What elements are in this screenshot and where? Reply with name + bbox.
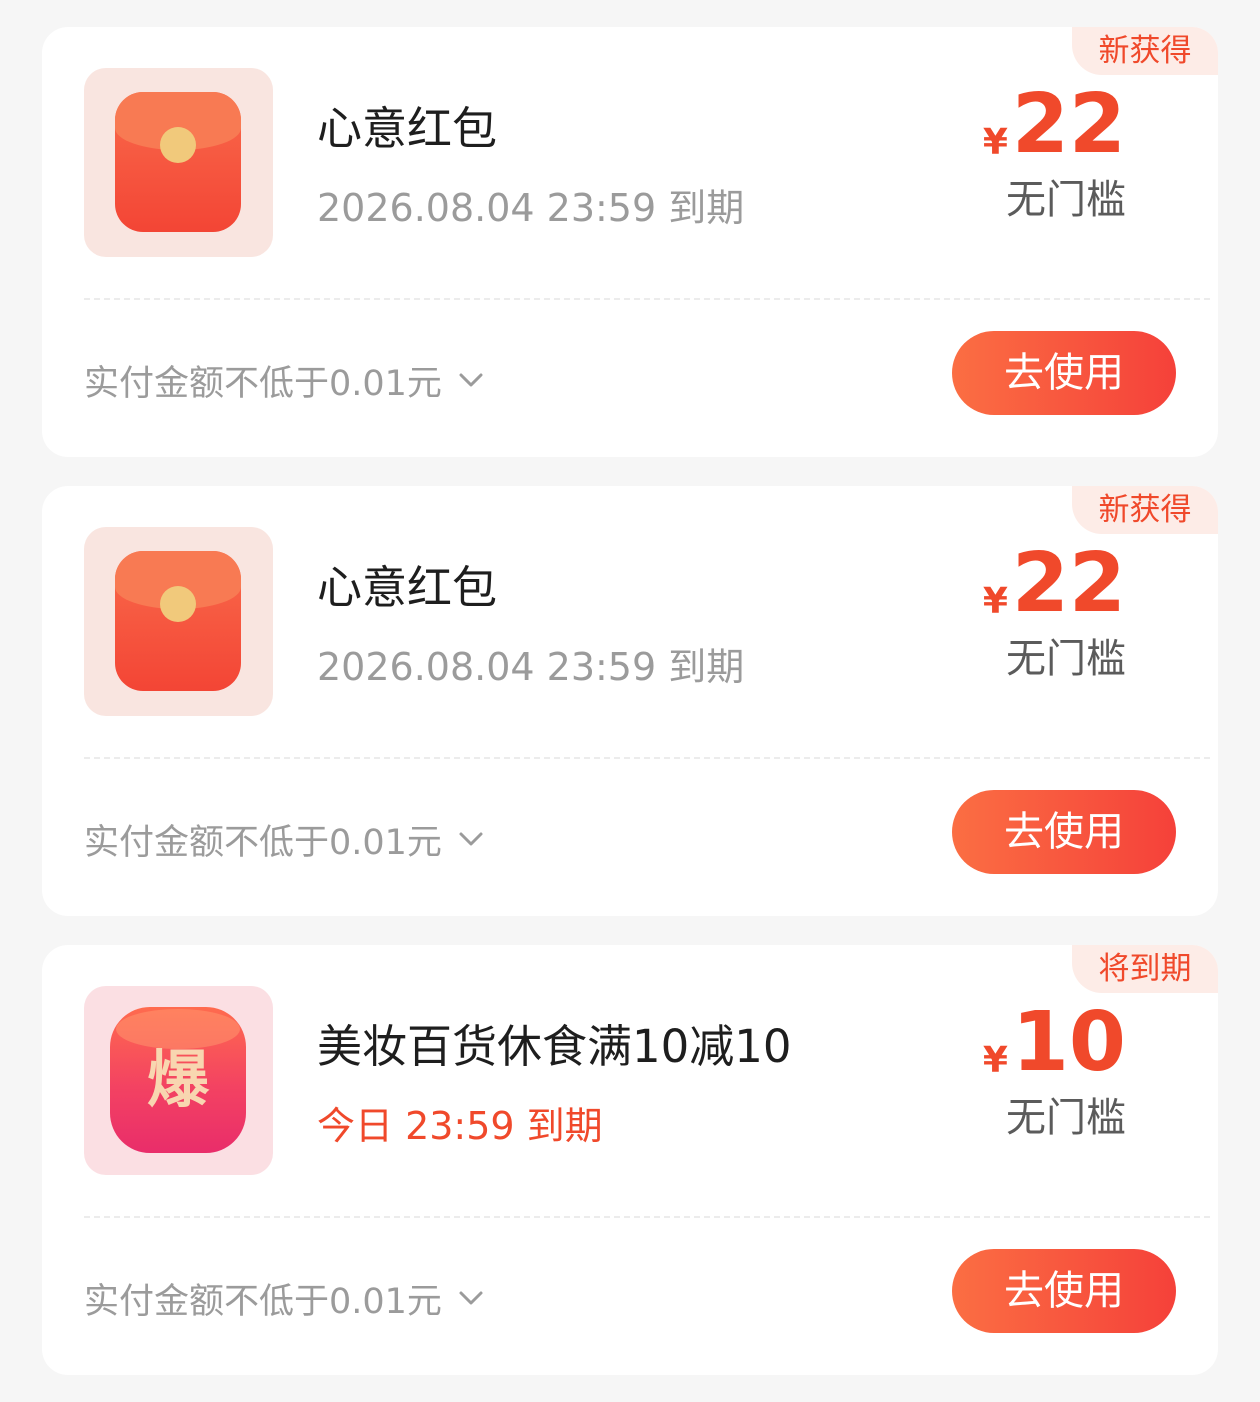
dashed-divider — [84, 298, 1210, 300]
hot-deal-icon: 爆 — [110, 1007, 246, 1153]
condition-text: 实付金额不低于0.01元 — [84, 822, 442, 863]
coupon-list: 新获得 心意红包 2026.08.04 23:59 到期 ¥ 22 无门槛 实付… — [0, 0, 1260, 1402]
coupon-threshold: 无门槛 — [1006, 177, 1126, 223]
condition-text: 实付金额不低于0.01元 — [84, 363, 442, 404]
coupon-title: 美妆百货休食满10减10 — [317, 1020, 792, 1073]
red-packet-icon — [115, 551, 241, 691]
condition-text: 实付金额不低于0.01元 — [84, 1281, 442, 1322]
red-packet-coin — [160, 586, 196, 622]
coupon-threshold: 无门槛 — [1006, 1095, 1126, 1141]
coupon-expiry: 今日 23:59 到期 — [317, 1104, 603, 1148]
expiring-badge: 将到期 — [1072, 945, 1218, 993]
coupon-threshold: 无门槛 — [1006, 636, 1126, 682]
coupon-icon-box: 爆 — [84, 986, 273, 1175]
condition-toggle[interactable]: 实付金额不低于0.01元 — [84, 816, 486, 863]
condition-toggle[interactable]: 实付金额不低于0.01元 — [84, 1275, 486, 1322]
coupon-amount: ¥ 22 — [982, 77, 1126, 172]
chevron-down-icon — [459, 373, 483, 387]
dashed-divider — [84, 757, 1210, 759]
coupon-expiry: 2026.08.04 23:59 到期 — [317, 645, 745, 689]
amount-value: 22 — [1011, 536, 1126, 631]
coupon-title: 心意红包 — [317, 561, 498, 614]
coupon-icon-box — [84, 68, 273, 257]
coupon-title: 心意红包 — [317, 102, 498, 155]
use-button[interactable]: 去使用 — [952, 790, 1176, 874]
coupon-card[interactable]: 将到期 爆 美妆百货休食满10减10 今日 23:59 到期 ¥ 10 无门槛 … — [42, 945, 1218, 1375]
coupon-icon-box — [84, 527, 273, 716]
amount-value: 22 — [1011, 77, 1126, 172]
coupon-card[interactable]: 新获得 心意红包 2026.08.04 23:59 到期 ¥ 22 无门槛 实付… — [42, 486, 1218, 916]
currency-symbol: ¥ — [982, 1040, 1008, 1081]
new-badge: 新获得 — [1072, 27, 1218, 75]
use-button[interactable]: 去使用 — [952, 1249, 1176, 1333]
currency-symbol: ¥ — [982, 581, 1008, 622]
coupon-amount: ¥ 22 — [982, 536, 1126, 631]
amount-value: 10 — [1011, 995, 1126, 1090]
condition-toggle[interactable]: 实付金额不低于0.01元 — [84, 357, 486, 404]
hot-icon-glyph: 爆 — [146, 1043, 209, 1116]
use-button[interactable]: 去使用 — [952, 331, 1176, 415]
red-packet-coin — [160, 127, 196, 163]
dashed-divider — [84, 1216, 1210, 1218]
coupon-card[interactable]: 新获得 心意红包 2026.08.04 23:59 到期 ¥ 22 无门槛 实付… — [42, 27, 1218, 457]
new-badge: 新获得 — [1072, 486, 1218, 534]
coupon-amount: ¥ 10 — [982, 995, 1126, 1090]
chevron-down-icon — [459, 1291, 483, 1305]
coupon-expiry: 2026.08.04 23:59 到期 — [317, 186, 745, 230]
chevron-down-icon — [459, 832, 483, 846]
currency-symbol: ¥ — [982, 122, 1008, 163]
red-packet-icon — [115, 92, 241, 232]
